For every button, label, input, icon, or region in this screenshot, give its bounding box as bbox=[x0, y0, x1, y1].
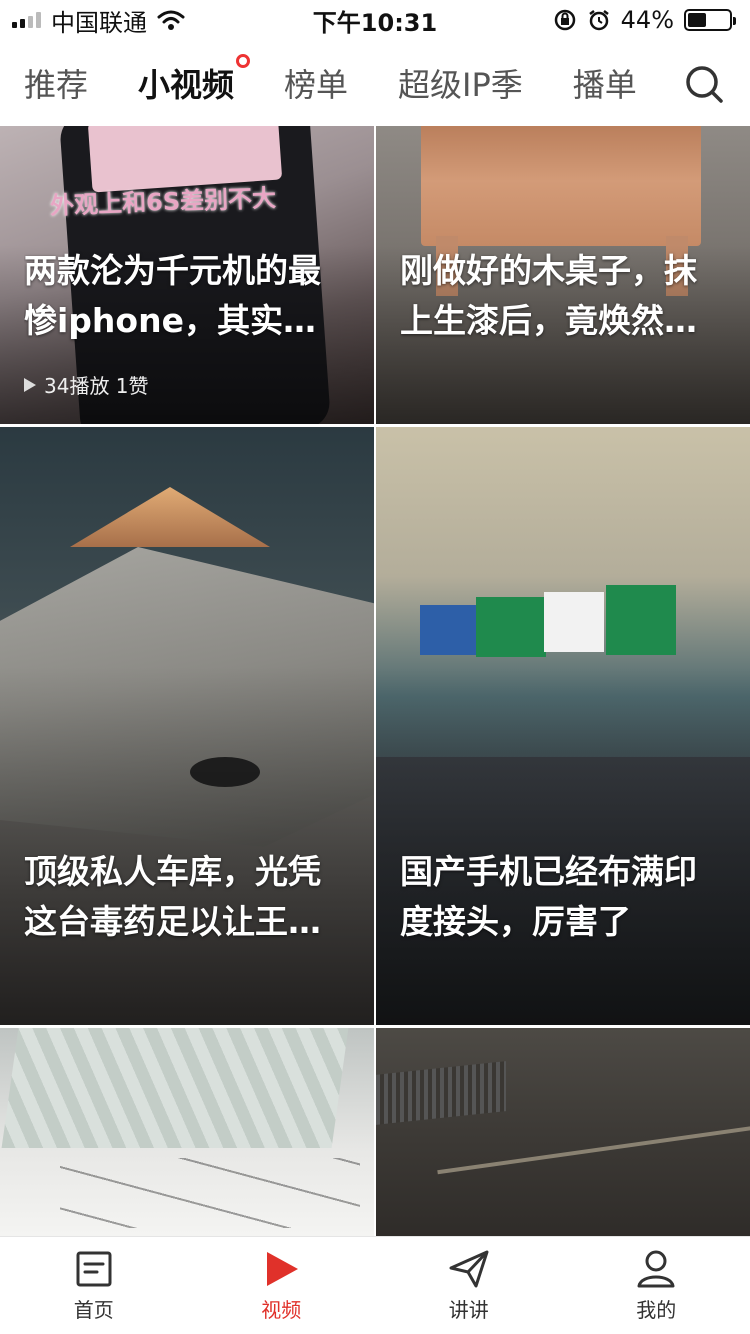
video-title: 顶级私人车库，光凭这台毒药足以让王… bbox=[24, 852, 321, 941]
orientation-lock-icon bbox=[554, 9, 575, 31]
tab-label: 播单 bbox=[572, 66, 637, 104]
nav-item-profile[interactable]: 我的 bbox=[563, 1237, 750, 1334]
storefront-sign-oppo bbox=[476, 597, 546, 657]
new-badge-dot bbox=[236, 54, 251, 68]
search-icon[interactable] bbox=[684, 64, 724, 104]
storefront-sign-raza bbox=[544, 592, 604, 652]
tab-label: 小视频 bbox=[138, 66, 235, 104]
status-left: 中国联通 bbox=[12, 3, 185, 38]
tab-ranking[interactable]: 榜单 bbox=[284, 60, 348, 106]
send-icon bbox=[449, 1250, 489, 1288]
car-hood-writing bbox=[60, 1158, 360, 1228]
video-meta: 34播放 1赞 bbox=[24, 370, 149, 399]
video-card[interactable] bbox=[0, 1028, 374, 1236]
news-icon bbox=[76, 1251, 112, 1287]
video-card[interactable]: 外观上和6S差别不大 两款沦为千元机的最惨iphone，其实… 34播放 1赞 bbox=[0, 126, 374, 424]
wooden-table-image bbox=[421, 126, 701, 246]
windshield-sunshade-image bbox=[1, 1028, 349, 1148]
app-root: 中国联通 下午10:31 44% 推荐 小视频 榜单 超级IP季 播单 外观上和… bbox=[0, 0, 750, 1334]
video-card[interactable]: 国产手机已经布满印度接头，厉害了 bbox=[376, 427, 750, 1025]
video-card[interactable] bbox=[376, 1028, 750, 1236]
nav-label: 首页 bbox=[73, 1298, 114, 1322]
tab-label: 推荐 bbox=[24, 66, 89, 104]
wifi-icon bbox=[157, 10, 185, 30]
alarm-icon bbox=[588, 10, 609, 31]
top-tab-bar: 推荐 小视频 榜单 超级IP季 播单 bbox=[0, 40, 750, 126]
signal-icon bbox=[12, 12, 41, 28]
nav-item-talk[interactable]: 讲讲 bbox=[375, 1237, 563, 1334]
battery-percent: 44% bbox=[620, 6, 674, 34]
video-title: 刚做好的木桌子，抹上生漆后，竟焕然… bbox=[400, 251, 697, 340]
tab-short-video[interactable]: 小视频 bbox=[138, 54, 251, 106]
tab-label: 榜单 bbox=[284, 66, 349, 104]
bottom-nav-bar: 首页 视频 讲讲 我的 bbox=[0, 1236, 750, 1334]
video-grid: 外观上和6S差别不大 两款沦为千元机的最惨iphone，其实… 34播放 1赞 … bbox=[0, 126, 750, 1236]
video-stats: 34播放 1赞 bbox=[44, 374, 149, 398]
nav-label: 视频 bbox=[261, 1298, 302, 1322]
profile-icon bbox=[637, 1250, 675, 1288]
video-card[interactable]: 刚做好的木桌子，抹上生漆后，竟焕然… bbox=[376, 126, 750, 424]
video-card[interactable]: 顶级私人车库，光凭这台毒药足以让王… bbox=[0, 427, 374, 1025]
play-icon bbox=[267, 1252, 299, 1286]
video-thumbnail bbox=[376, 1028, 750, 1236]
play-count-icon bbox=[24, 377, 36, 392]
tab-recommend[interactable]: 推荐 bbox=[24, 60, 88, 106]
carrier-name: 中国联通 bbox=[51, 8, 147, 37]
video-title: 国产手机已经布满印度接头，厉害了 bbox=[400, 852, 697, 941]
tab-label: 超级IP季 bbox=[398, 66, 523, 104]
nav-label: 我的 bbox=[636, 1298, 677, 1322]
video-title: 两款沦为千元机的最惨iphone，其实… bbox=[24, 251, 321, 340]
gradient-overlay bbox=[376, 666, 750, 1025]
status-right: 44% bbox=[553, 6, 736, 34]
battery-fill bbox=[688, 13, 706, 27]
nav-item-home[interactable]: 首页 bbox=[0, 1237, 188, 1334]
status-bar: 中国联通 下午10:31 44% bbox=[0, 0, 750, 40]
tab-super-ip[interactable]: 超级IP季 bbox=[398, 60, 523, 106]
storefront-sign-oppo-2 bbox=[606, 585, 676, 655]
nav-item-video[interactable]: 视频 bbox=[188, 1237, 376, 1334]
gradient-overlay bbox=[0, 666, 374, 1025]
battery-icon bbox=[684, 9, 736, 31]
nav-label: 讲讲 bbox=[448, 1298, 489, 1322]
tab-playlist[interactable]: 播单 bbox=[573, 60, 637, 106]
